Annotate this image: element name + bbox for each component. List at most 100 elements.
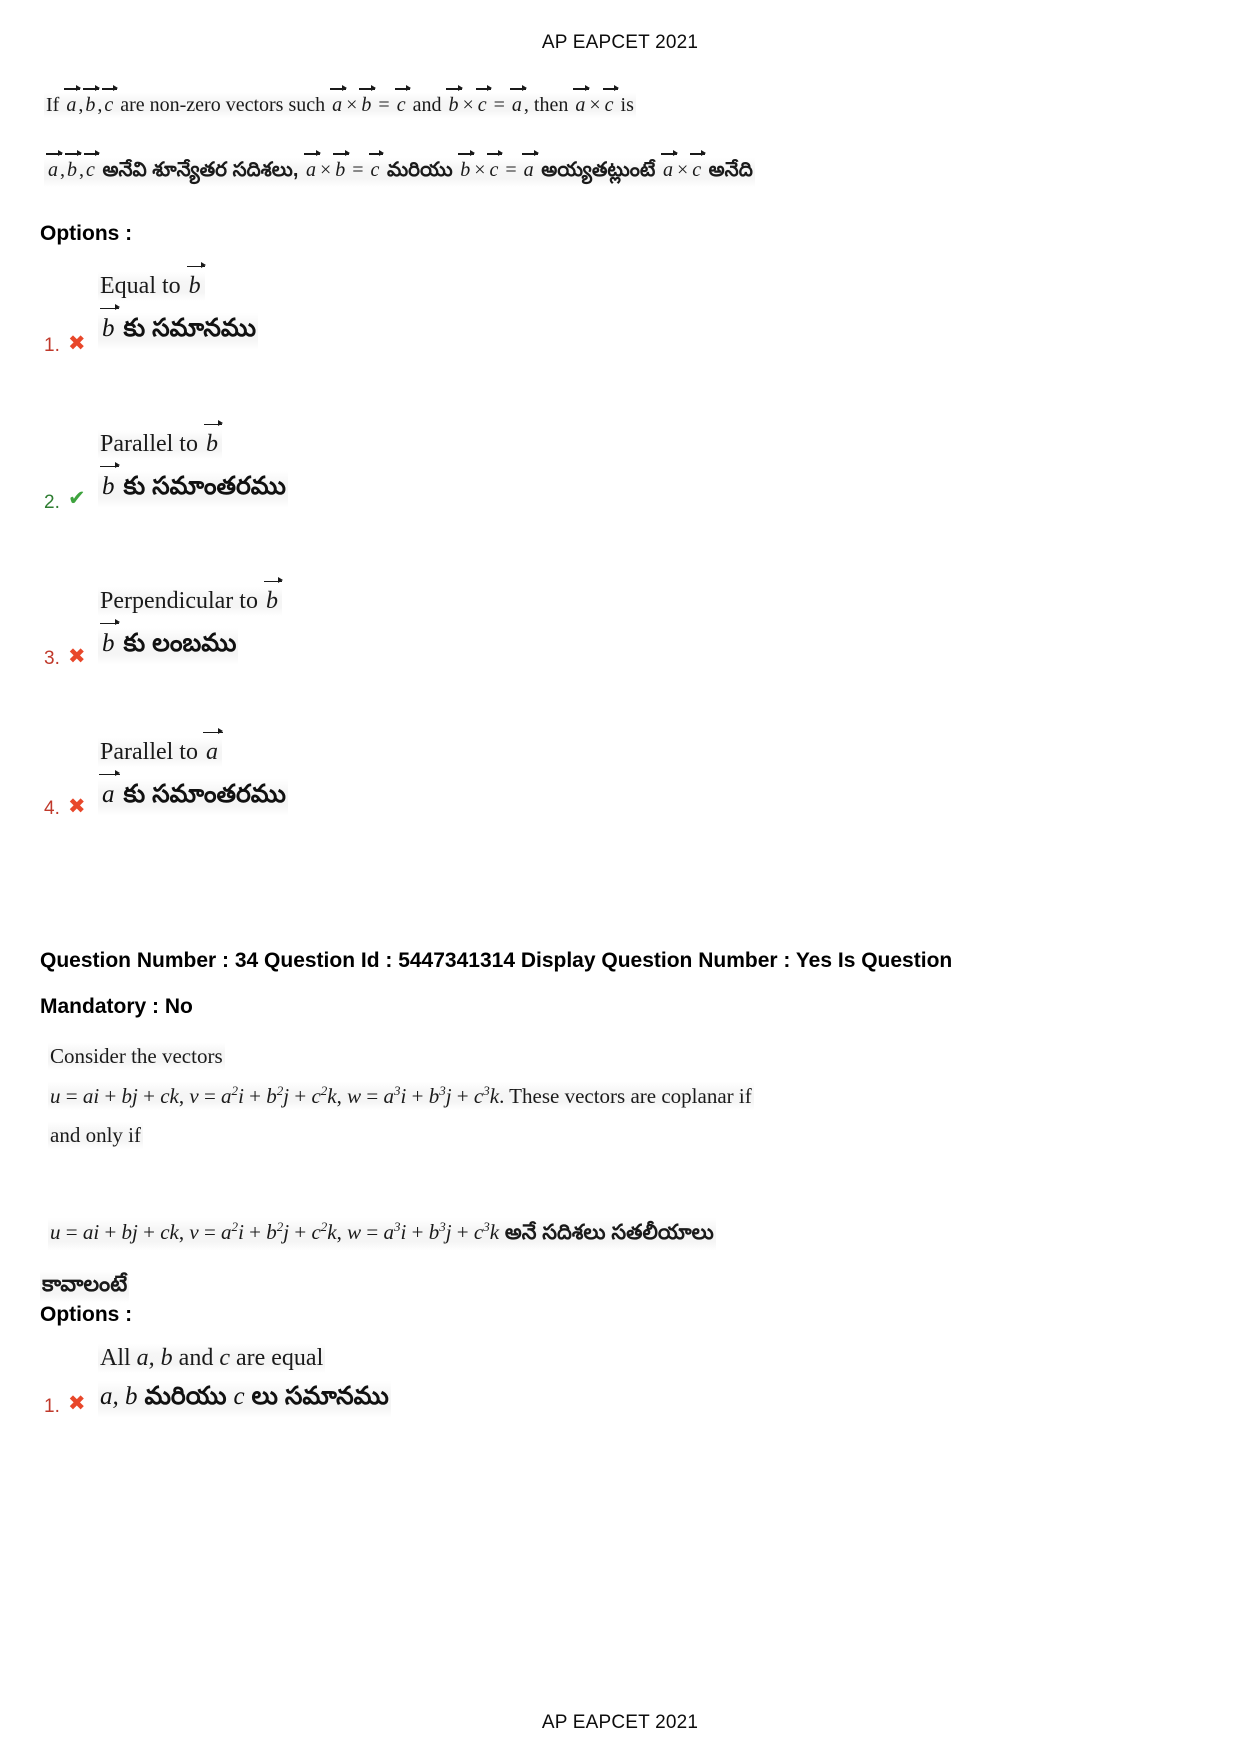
question-34-meta-line-1: Question Number : 34 Question Id : 54473…	[40, 949, 953, 972]
vector-b: b	[100, 619, 119, 657]
cross-product-operator: ×	[346, 94, 358, 116]
term-ai: ai	[82, 1220, 100, 1244]
plus: +	[99, 1220, 122, 1244]
question-33-stem-english: If a,b,c are non-zero vectors such a × b =…	[44, 85, 636, 118]
option-1-english-text[interactable]: Equal to b	[98, 262, 206, 301]
telugu-text: కు సమానము	[116, 314, 256, 342]
plus: +	[451, 1220, 474, 1244]
option-2-correct-icon: ✔	[68, 486, 86, 510]
telugu-text: కు లంబము	[116, 629, 237, 657]
q34-option-1-wrong-icon: ✖	[68, 1391, 86, 1415]
stem-tail: . These vectors are coplanar if	[499, 1084, 752, 1108]
vector-a: a	[303, 150, 321, 181]
vector-b: b	[100, 462, 119, 500]
equals: =	[60, 1084, 83, 1108]
equals: =	[347, 159, 369, 181]
comma: ,	[336, 1220, 348, 1244]
unit-k: k	[327, 1084, 337, 1108]
telugu-text: అనేది	[703, 159, 753, 181]
vars-a-b: a, b	[136, 1345, 173, 1371]
var-c: c	[219, 1345, 230, 1371]
option-3-english-text[interactable]: Perpendicular to b	[98, 577, 283, 616]
equals: =	[198, 1220, 222, 1244]
vector-b: b	[203, 420, 223, 457]
vector-a: a	[509, 85, 527, 116]
equals: =	[60, 1220, 83, 1244]
option-2-number: 2.	[44, 492, 60, 513]
vector-v: v	[189, 1220, 199, 1244]
question-33-stem-telugu: a,b,c అనేవి శూన్యేతర సదిశలు, a × b = c మరి…	[44, 150, 755, 187]
vector-a: a	[573, 85, 591, 116]
option-label: Equal to	[100, 273, 187, 299]
question-34-stem-english-line-2: u = ai + bj + ck, v = a2i + b2j + c2k, w…	[48, 1082, 754, 1110]
plus: +	[406, 1084, 429, 1108]
vector-c: c	[84, 150, 100, 181]
vector-c: c	[102, 85, 119, 116]
vector-u: u	[50, 1084, 61, 1108]
vector-v: v	[189, 1084, 199, 1108]
cross-product-operator: ×	[319, 159, 332, 181]
option-2-telugu-text[interactable]: b కు సమాంతరము	[98, 462, 288, 508]
option-label: Parallel to	[100, 431, 204, 457]
option-1-telugu-text[interactable]: b కు సమానము	[98, 304, 258, 350]
equals: =	[488, 94, 510, 116]
cross-product-operator: ×	[589, 94, 601, 116]
term-b: b	[428, 1084, 440, 1108]
plus: +	[406, 1220, 429, 1244]
vector-a: a	[99, 770, 119, 808]
vars-a-b: a, b	[100, 1383, 138, 1410]
plus: +	[289, 1084, 312, 1108]
option-4-english-text[interactable]: Parallel to a	[98, 728, 223, 767]
vector-c: c	[487, 150, 504, 181]
option-label: Perpendicular to	[100, 588, 264, 614]
vector-a: a	[660, 150, 678, 181]
option-tail: are equal	[229, 1345, 324, 1371]
comma: ,	[97, 94, 103, 116]
plus: +	[451, 1084, 474, 1108]
term-a: a	[221, 1084, 232, 1108]
comma: ,	[178, 1084, 190, 1108]
term-b: b	[266, 1084, 277, 1108]
telugu-text: అనే సదిశలు సతలీయాలు	[499, 1221, 714, 1244]
page-header-title: AP EAPCET 2021	[541, 32, 699, 53]
stem-text: , then	[523, 94, 574, 116]
option-2-english-text[interactable]: Parallel to b	[98, 420, 223, 459]
q34-option-1-english-text[interactable]: All a, b and c are equal	[98, 1344, 326, 1373]
option-label: Parallel to	[100, 739, 204, 765]
vector-b: b	[100, 304, 119, 342]
cross-product-operator: ×	[462, 94, 474, 116]
option-4-number: 4.	[44, 798, 60, 819]
stem-text: and	[407, 94, 447, 116]
vector-a: a	[64, 85, 82, 116]
option-3-telugu-text[interactable]: b కు లంబము	[98, 619, 239, 665]
term-c: c	[473, 1220, 484, 1244]
equals: =	[500, 159, 522, 181]
vector-a: a	[46, 150, 63, 181]
plus: +	[99, 1084, 122, 1108]
q34-option-1-telugu-text[interactable]: a, b మరియు c లు సమానము	[98, 1381, 391, 1418]
term-a: a	[383, 1084, 394, 1108]
term-a: a	[383, 1220, 394, 1244]
question-34-meta-line-2: Mandatory : No	[40, 995, 193, 1018]
q34-option-1-number: 1.	[44, 1396, 60, 1417]
term-c: c	[311, 1084, 321, 1108]
term-b: b	[266, 1220, 277, 1244]
term-bj: bj	[121, 1084, 138, 1108]
unit-k: k	[489, 1084, 500, 1108]
term-c: c	[311, 1220, 321, 1244]
vector-a: a	[202, 728, 223, 765]
option-4-telugu-text[interactable]: a కు సమాంతరము	[98, 770, 288, 816]
option-1-number: 1.	[44, 335, 60, 356]
stem-text: If	[46, 94, 65, 116]
vector-b: b	[65, 150, 82, 181]
question-33-options-label: Options :	[40, 222, 133, 245]
vector-b: b	[333, 150, 351, 181]
option-label: All	[100, 1345, 137, 1371]
cross-product-operator: ×	[474, 159, 486, 181]
question-34-stem-telugu-line-1: u = ai + bj + ck, v = a2i + b2j + c2k, w…	[48, 1218, 716, 1251]
telugu-text: కు సమాంతరము	[116, 472, 286, 500]
question-34-stem-english-line-1: Consider the vectors	[48, 1043, 225, 1070]
plus: +	[243, 1084, 267, 1108]
equals: =	[373, 94, 395, 116]
page-footer-title: AP EAPCET 2021	[541, 1712, 699, 1733]
